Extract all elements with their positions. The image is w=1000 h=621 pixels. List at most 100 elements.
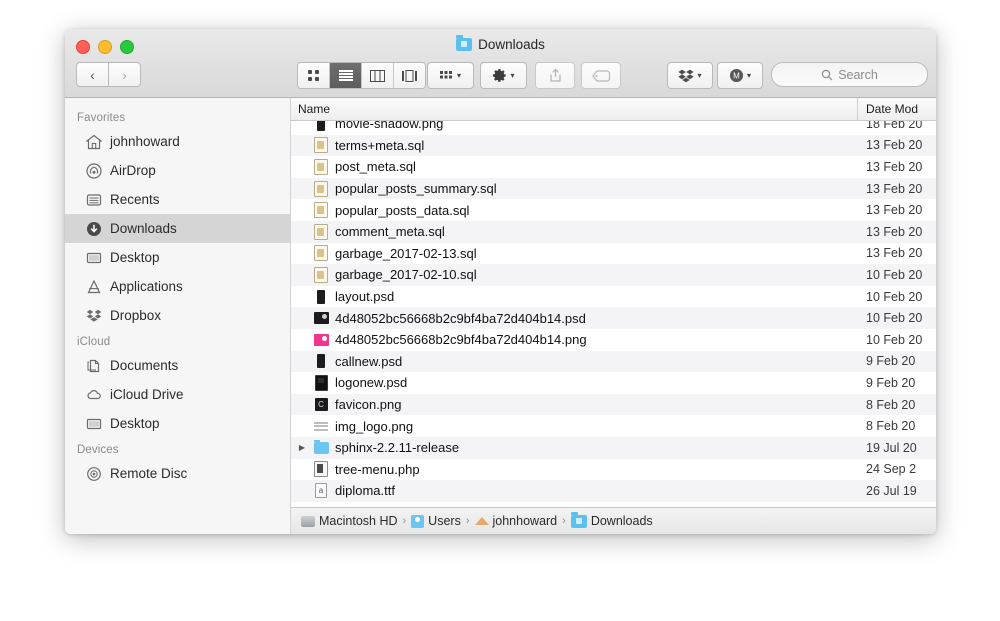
file-icon: C	[313, 397, 329, 413]
airdrop-icon	[85, 162, 102, 179]
file-icon	[313, 332, 329, 348]
action-menu-button[interactable]: ▾	[480, 62, 527, 89]
file-name-label: comment_meta.sql	[335, 224, 445, 240]
file-list-pane: Name Date Mod ▶ movie-shadow.png 18 Feb 20…	[291, 98, 936, 534]
chevron-down-icon: ▾	[456, 70, 461, 80]
folder-icon	[313, 439, 329, 454]
downloads-folder-icon	[456, 35, 473, 51]
table-row[interactable]: ▶ 4d48052bc56668b2c9bf4ba72d404b14.psd 10 …	[291, 307, 936, 329]
table-row[interactable]: ▶ popular_posts_summary.sql 13 Feb 20	[291, 177, 936, 200]
svg-text:M: M	[733, 72, 740, 81]
sidebar-item-label: Recents	[110, 192, 160, 207]
arrange-grid-icon	[439, 70, 452, 78]
file-date-cell: 13 Feb 20	[866, 246, 923, 261]
sidebar-item-johnhoward[interactable]: johnhoward	[65, 127, 290, 156]
tags-button[interactable]	[581, 62, 621, 89]
account-menu-button[interactable]: M ▾	[717, 62, 763, 89]
breadcrumb-item-macintosh-hd[interactable]: Macintosh HD	[301, 514, 398, 528]
breadcrumb-label: johnhoward	[492, 514, 558, 528]
psd-image-dark-icon	[313, 312, 329, 325]
share-button[interactable]	[535, 62, 575, 89]
dropbox-menu-button[interactable]: ▾	[667, 62, 713, 89]
sidebar-item-label: AirDrop	[110, 163, 156, 178]
sidebar-item-documents[interactable]: Documents	[65, 351, 290, 380]
file-name-cell: ▶ garbage_2017-02-13.sql	[291, 245, 858, 262]
psd-file-dark-icon	[314, 374, 328, 391]
table-row[interactable]: ▶ callnew.psd 9 Feb 20	[291, 350, 936, 373]
window-title-label: Downloads	[478, 37, 545, 52]
recents-icon	[85, 191, 102, 208]
disclosure-spacer: ▶	[297, 335, 307, 344]
file-name-label: 4d48052bc56668b2c9bf4ba72d404b14.png	[335, 332, 587, 348]
column-header-name[interactable]: Name	[291, 98, 858, 120]
file-date-cell: 13 Feb 20	[866, 159, 923, 174]
table-row[interactable]: ▶ garbage_2017-02-13.sql 13 Feb 20	[291, 242, 936, 265]
sidebar-item-downloads[interactable]: Downloads	[65, 214, 290, 243]
file-name-cell: ▶ a diploma.ttf	[291, 483, 858, 499]
search-input[interactable]: Search	[771, 62, 928, 87]
sidebar-item-remote-disc[interactable]: Remote Disc	[65, 459, 290, 488]
sidebar-item-applications[interactable]: Applications	[65, 272, 290, 301]
sidebar-item-desktop[interactable]: Desktop	[65, 243, 290, 272]
file-rows-viewport[interactable]: ▶ movie-shadow.png 18 Feb 20 ▶ terms+meta.sq…	[291, 121, 936, 507]
sidebar-item-desktop[interactable]: Desktop	[65, 409, 290, 438]
sql-file-icon	[314, 158, 328, 175]
table-row[interactable]: ▶ terms+meta.sql 13 Feb 20	[291, 134, 936, 157]
documents-icon	[87, 359, 99, 372]
disclosure-spacer: ▶	[297, 357, 307, 366]
column-header-date[interactable]: Date Mod	[858, 98, 936, 120]
table-row[interactable]: ▶ Cfavicon.png 8 Feb 20	[291, 393, 936, 416]
sql-file-icon	[314, 137, 328, 154]
table-row[interactable]: ▶ 4d48052bc56668b2c9bf4ba72d404b14.png 10 …	[291, 328, 936, 351]
recents-icon	[86, 193, 101, 206]
table-row[interactable]: ▶ layout.psd 10 Feb 20	[291, 285, 936, 308]
table-row[interactable]: ▶ garbage_2017-02-10.sql 10 Feb 20	[291, 264, 936, 286]
sidebar-item-label: Downloads	[110, 221, 177, 236]
file-icon	[313, 245, 329, 262]
home-folder-icon	[474, 517, 489, 525]
icon-view-button[interactable]	[298, 63, 330, 88]
breadcrumb-item-users[interactable]: Users	[411, 514, 461, 528]
disclosure-spacer: ▶	[297, 486, 307, 495]
file-name-label: 4d48052bc56668b2c9bf4ba72d404b14.psd	[335, 310, 586, 326]
file-icon	[313, 461, 329, 478]
file-date-cell: 10 Feb 20	[866, 311, 923, 326]
sidebar-item-recents[interactable]: Recents	[65, 185, 290, 214]
gallery-view-button[interactable]	[394, 63, 425, 88]
back-button[interactable]: ‹	[76, 62, 108, 87]
breadcrumb-item-downloads[interactable]: Downloads	[570, 511, 653, 528]
table-row[interactable]: ▶ comment_meta.sql 13 Feb 20	[291, 220, 936, 243]
chevron-right-icon: ›	[122, 66, 127, 83]
account-avatar-icon: M	[729, 68, 744, 83]
sidebar-item-dropbox[interactable]: Dropbox	[65, 301, 290, 330]
table-row[interactable]: ▶ post_meta.sql 13 Feb 20	[291, 156, 936, 178]
table-row[interactable]: ▶ tree-menu.php 24 Sep 2	[291, 458, 936, 481]
list-view-button[interactable]	[330, 63, 362, 88]
desktop-icon	[86, 418, 101, 429]
column-view-button[interactable]	[362, 63, 394, 88]
file-date-cell: 19 Jul 20	[866, 440, 917, 455]
forward-button[interactable]: ›	[108, 62, 141, 87]
table-row[interactable]: ▶ img_logo.png 8 Feb 20	[291, 415, 936, 437]
breadcrumb-item-johnhoward[interactable]: johnhoward	[474, 514, 558, 528]
sidebar-item-label: Dropbox	[110, 308, 162, 323]
table-row[interactable]: ▶ popular_posts_data.sql 13 Feb 20	[291, 199, 936, 221]
table-row[interactable]: ▶ movie-shadow.png 18 Feb 20	[291, 121, 936, 135]
sidebar-item-airdrop[interactable]: AirDrop	[65, 156, 290, 185]
arrange-by-button[interactable]: ▾	[427, 62, 474, 89]
column-header-date-label: Date Mod	[866, 102, 919, 116]
table-row[interactable]: ▶ logonew.psd 9 Feb 20	[291, 372, 936, 394]
icon-view-icon	[308, 70, 319, 81]
file-date-cell: 24 Sep 2	[866, 462, 917, 477]
chevron-down-icon: ▾	[510, 70, 515, 80]
file-name-label: terms+meta.sql	[335, 137, 425, 153]
sidebar-item-icloud-drive[interactable]: iCloud Drive	[65, 380, 290, 409]
navigation-buttons: ‹ ›	[76, 62, 141, 87]
table-row[interactable]: ▶ sphinx-2.2.11-release 19 Jul 20	[291, 436, 936, 459]
disclosure-triangle-icon[interactable]: ▶	[297, 443, 307, 452]
table-row[interactable]: ▶ a diploma.ttf 26 Jul 19	[291, 480, 936, 502]
file-name-cell: ▶ Cfavicon.png	[291, 397, 858, 413]
file-icon	[313, 180, 329, 197]
sql-file-icon	[314, 245, 328, 262]
search-icon	[821, 69, 833, 80]
